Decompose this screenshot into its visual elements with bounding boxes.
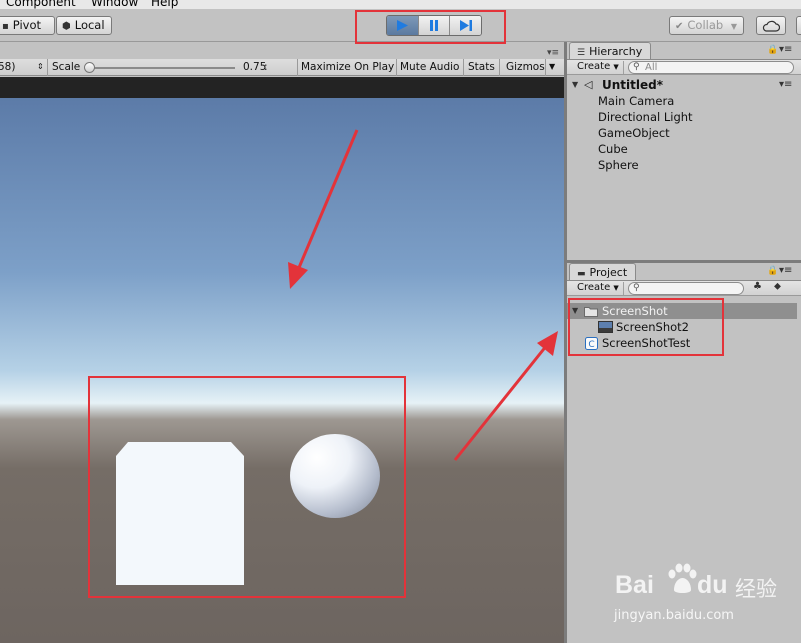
- list-icon: ☰: [577, 48, 586, 58]
- separator: [297, 59, 298, 76]
- menu-component[interactable]: Component: [6, 0, 76, 9]
- sphere-object: [290, 434, 380, 518]
- expand-triangle-icon[interactable]: ▼: [572, 303, 578, 319]
- panel-menu-icon[interactable]: ▾≡: [779, 44, 792, 55]
- lock-icon[interactable]: 🔒: [767, 266, 778, 276]
- play-button[interactable]: [387, 16, 419, 35]
- separator: [47, 59, 48, 76]
- baidu-watermark: Bai du 经验 jingyan.baidu.com: [613, 553, 801, 643]
- tab-project[interactable]: ▬ Project: [569, 263, 637, 281]
- menu-help[interactable]: Help: [151, 0, 178, 9]
- resolution-dropdown[interactable]: 58): [0, 59, 15, 76]
- hierarchy-item-directional-light[interactable]: Directional Light: [598, 109, 693, 125]
- local-button[interactable]: ⬢ Local: [56, 16, 112, 35]
- csharp-script-icon: C: [585, 337, 598, 350]
- dropdown-arrow-icon: ▼: [613, 63, 619, 71]
- panel-menu-icon[interactable]: ▾≡: [779, 265, 792, 276]
- hierarchy-toolbar: Create ▼ ⚲ All: [567, 59, 801, 75]
- separator: [463, 59, 464, 76]
- watermark-logo-text: Bai: [615, 571, 654, 599]
- search-icon: ⚲: [633, 62, 640, 72]
- pivot-icon: ▪: [2, 21, 9, 32]
- scene-row[interactable]: ▼ ◁ Untitled* ▾≡: [567, 77, 801, 93]
- cube-object: [116, 442, 244, 585]
- filter-by-label-icon[interactable]: ⬥: [774, 281, 781, 292]
- tab-hierarchy[interactable]: ☰ Hierarchy: [569, 42, 652, 60]
- folder-icon: [584, 307, 598, 317]
- play-controls: [386, 15, 482, 36]
- scale-colon: :: [264, 61, 268, 73]
- separator: [499, 59, 500, 76]
- hierarchy-search-input[interactable]: ⚲ All: [628, 61, 794, 74]
- scene-menu-icon[interactable]: ▾≡: [779, 77, 792, 93]
- watermark-url: jingyan.baidu.com: [614, 608, 734, 623]
- search-icon: ⚲: [633, 283, 640, 293]
- scene-render: [116, 434, 380, 585]
- step-icon: [459, 20, 472, 31]
- game-view[interactable]: [0, 98, 564, 643]
- play-icon: [397, 20, 409, 31]
- unity-logo-icon: ◁: [584, 78, 593, 91]
- project-create-button[interactable]: Create ▼: [573, 282, 624, 295]
- project-search-input[interactable]: ⚲: [628, 282, 744, 295]
- image-asset-icon: [598, 321, 613, 333]
- hierarchy-panel: ☰ Hierarchy 🔒 ▾≡ Create ▼ ⚲ All ▼ ◁ Untitl…: [567, 42, 801, 260]
- game-view-header: 58) ⇕ Scale 0.75 : Maximize On Play Mute…: [0, 59, 564, 76]
- maximize-on-play-toggle[interactable]: Maximize On Play: [301, 59, 394, 76]
- watermark-cn-text: 经验: [735, 577, 777, 601]
- scale-value: 0.75: [243, 61, 267, 73]
- svg-text:C: C: [588, 340, 594, 350]
- watermark-logo-text-2: du: [697, 571, 728, 599]
- hierarchy-item-sphere[interactable]: Sphere: [598, 157, 639, 173]
- folder-icon: ▬: [577, 269, 586, 279]
- panel-menu-icon[interactable]: ▾≡: [547, 48, 559, 58]
- separator: [545, 59, 546, 76]
- project-folder-row[interactable]: ▼ ScreenShot: [567, 303, 797, 319]
- step-button[interactable]: [450, 16, 481, 35]
- scale-slider-track[interactable]: [87, 67, 235, 69]
- hierarchy-item-gameobject[interactable]: GameObject: [598, 125, 670, 141]
- gizmos-dropdown-arrow-icon[interactable]: ▼: [549, 59, 555, 76]
- hierarchy-item-main-camera[interactable]: Main Camera: [598, 93, 674, 109]
- pivot-button[interactable]: ▪ Pivot: [0, 16, 55, 35]
- resolution-arrow-icon: ⇕: [37, 62, 44, 71]
- dropdown-arrow-icon: ▼: [613, 284, 619, 292]
- game-view-top-strip: [0, 77, 564, 98]
- collab-button[interactable]: ✔ Collab ▼: [669, 16, 744, 35]
- expand-triangle-icon[interactable]: ▼: [572, 77, 578, 93]
- check-icon: ✔: [675, 21, 684, 32]
- hierarchy-create-button[interactable]: Create ▼: [573, 61, 624, 74]
- gizmos-toggle[interactable]: Gizmos: [506, 59, 545, 76]
- cube-icon: ⬢: [62, 21, 71, 32]
- menu-window[interactable]: Window: [91, 0, 138, 9]
- cloud-icon: [762, 20, 780, 32]
- cloud-button[interactable]: [756, 16, 786, 35]
- pause-button[interactable]: [418, 16, 451, 35]
- pause-icon: [430, 20, 438, 31]
- separator: [396, 59, 397, 76]
- project-toolbar: Create ▼ ⚲ ♣ ⬥: [567, 280, 801, 296]
- stats-toggle[interactable]: Stats: [468, 59, 495, 76]
- menu-bar: Component Window Help: [0, 0, 801, 9]
- filter-by-type-icon[interactable]: ♣: [753, 281, 762, 292]
- account-button[interactable]: [796, 16, 801, 35]
- hierarchy-item-cube[interactable]: Cube: [598, 141, 628, 157]
- scale-slider-knob[interactable]: [84, 62, 95, 73]
- dropdown-arrow-icon: ▼: [730, 22, 738, 31]
- baidu-paw-icon: [668, 563, 697, 593]
- mute-audio-toggle[interactable]: Mute Audio: [400, 59, 459, 76]
- lock-icon[interactable]: 🔒: [767, 45, 778, 55]
- scale-label: Scale: [52, 61, 81, 73]
